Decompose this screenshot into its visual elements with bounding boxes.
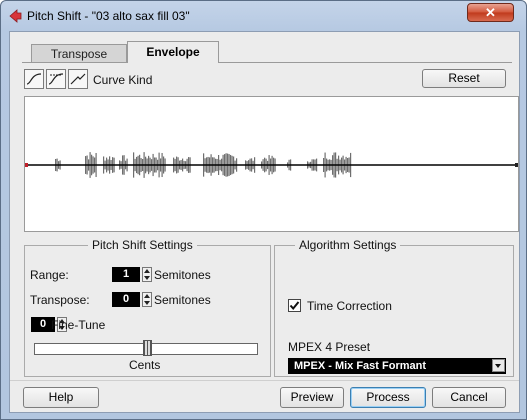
range-label: Range: [30,268,69,282]
curve-damped-icon [48,73,64,85]
tab-divider [22,62,512,63]
transpose-value[interactable]: 0 [112,292,140,307]
cents-label: Cents [129,358,161,372]
dialog-window: Pitch Shift - "03 alto sax fill 03" ✕ Tr… [0,0,527,420]
help-button[interactable]: Help [23,387,99,408]
curve-damped-button[interactable] [46,69,66,89]
curve-kind-label: Curve Kind [93,73,153,87]
curve-linear-button[interactable] [68,69,88,89]
waveform-display [25,152,518,178]
footer-divider [10,380,519,381]
envelope-start-handle[interactable] [25,163,28,167]
curve-spline-button[interactable] [24,69,44,89]
app-icon [9,9,22,23]
process-button[interactable]: Process [350,387,426,408]
transpose-unit: Semitones [154,293,211,307]
chevron-down-icon[interactable] [492,359,505,372]
curve-linear-icon [70,73,86,85]
close-button[interactable]: ✕ [467,3,514,22]
checkmark-icon [289,301,300,311]
cents-slider-thumb[interactable] [143,340,152,356]
pitch-shift-settings-title: Pitch Shift Settings [88,238,197,252]
preset-value: MPEX - Mix Fast Formant [294,360,427,372]
curve-spline-icon [26,73,42,85]
preview-button[interactable]: Preview [280,387,344,408]
time-correction-label[interactable]: Time Correction [307,299,392,313]
algorithm-settings-title: Algorithm Settings [295,238,401,252]
envelope-editor[interactable] [24,96,519,232]
envelope-end-handle[interactable] [515,163,518,167]
reset-button[interactable]: Reset [422,69,506,88]
tab-transpose[interactable]: Transpose [31,44,127,63]
preset-label: MPEX 4 Preset [288,340,371,354]
transpose-spin-arrows[interactable] [142,292,152,307]
range-spin-arrows[interactable] [142,267,152,282]
preset-dropdown[interactable]: MPEX - Mix Fast Formant [288,358,506,374]
finetune-label: Fine-Tune [51,318,106,332]
dialog-body: Transpose Envelope Curve Kind Reset Pitc… [9,31,520,413]
tab-envelope[interactable]: Envelope [127,41,219,63]
time-correction-checkbox[interactable] [288,299,301,312]
range-value[interactable]: 1 [112,267,140,282]
title-bar[interactable]: Pitch Shift - "03 alto sax fill 03" ✕ [1,1,526,31]
transpose-label: Transpose: [30,293,90,307]
window-title: Pitch Shift - "03 alto sax fill 03" [27,9,190,23]
cancel-button[interactable]: Cancel [432,387,506,408]
range-unit: Semitones [154,268,211,282]
